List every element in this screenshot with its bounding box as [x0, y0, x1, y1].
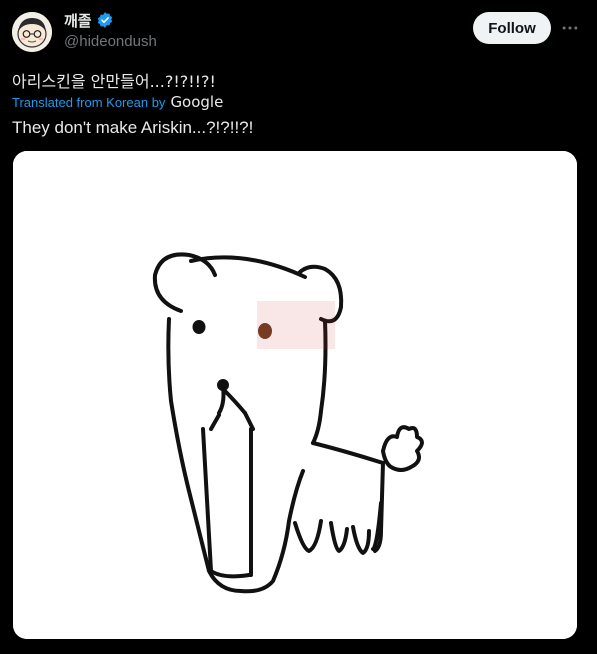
verified-badge-icon — [96, 11, 114, 29]
follow-button[interactable]: Follow — [473, 12, 551, 44]
tweet-text: 아리스킨을 안만들어...?!?!!?! — [12, 72, 216, 91]
translation-label[interactable]: Translated from Korean by — [12, 95, 165, 110]
translation-attribution: Translated from Korean by Google — [12, 93, 223, 111]
user-handle[interactable]: @hideondush — [64, 33, 157, 50]
display-name[interactable]: 깨졸 — [64, 10, 92, 31]
translated-text: They don't make Ariskin...?!?!!?! — [12, 118, 254, 137]
google-logo: Google — [170, 93, 224, 111]
dog-drawing-icon — [13, 151, 577, 639]
user-names: 깨졸 @hideondush — [64, 10, 157, 51]
tweet-card: 깨졸 @hideondush Follow 아리스킨을 안만들어...?!?!!… — [0, 0, 597, 654]
avatar-image — [12, 12, 52, 52]
avatar[interactable] — [12, 12, 52, 52]
more-horizontal-icon[interactable] — [558, 16, 582, 40]
tweet-header: 깨졸 @hideondush Follow — [12, 10, 585, 54]
tweet-media-image[interactable] — [13, 151, 577, 639]
